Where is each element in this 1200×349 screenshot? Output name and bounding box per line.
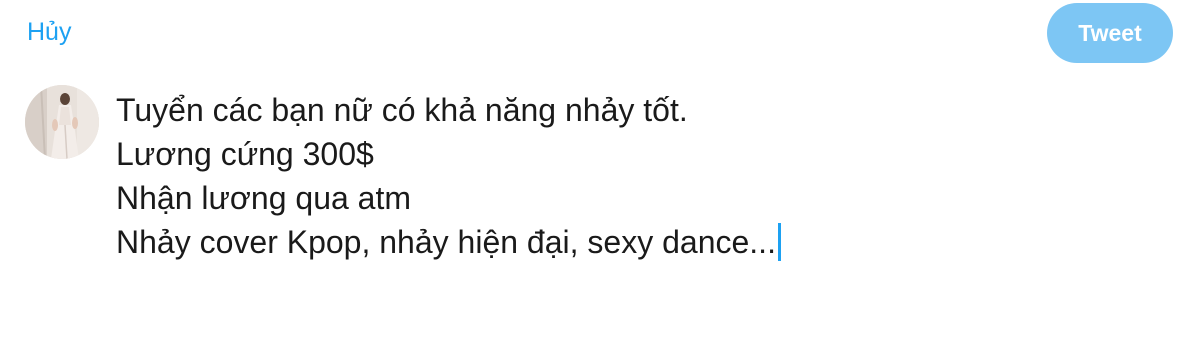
tweet-text-line-4: Nhảy cover Kpop, nhảy hiện đại, sexy dan…: [116, 224, 776, 260]
tweet-text-line-3: Nhận lương qua atm: [116, 180, 412, 216]
tweet-text-line-2: Lương cứng 300$: [116, 136, 374, 172]
avatar[interactable]: [25, 85, 99, 159]
text-cursor: [777, 223, 781, 261]
tweet-text-line-4-wrapper: Nhảy cover Kpop, nhảy hiện đại, sexy dan…: [116, 220, 1156, 264]
cancel-button[interactable]: Hủy: [27, 14, 71, 50]
tweet-button[interactable]: Tweet: [1047, 3, 1173, 63]
tweet-compose-textarea[interactable]: Tuyển các bạn nữ có khả năng nhảy tốt. L…: [116, 88, 1156, 264]
tweet-text-line-1: Tuyển các bạn nữ có khả năng nhảy tốt.: [116, 92, 688, 128]
avatar-photo-icon: [25, 85, 99, 159]
